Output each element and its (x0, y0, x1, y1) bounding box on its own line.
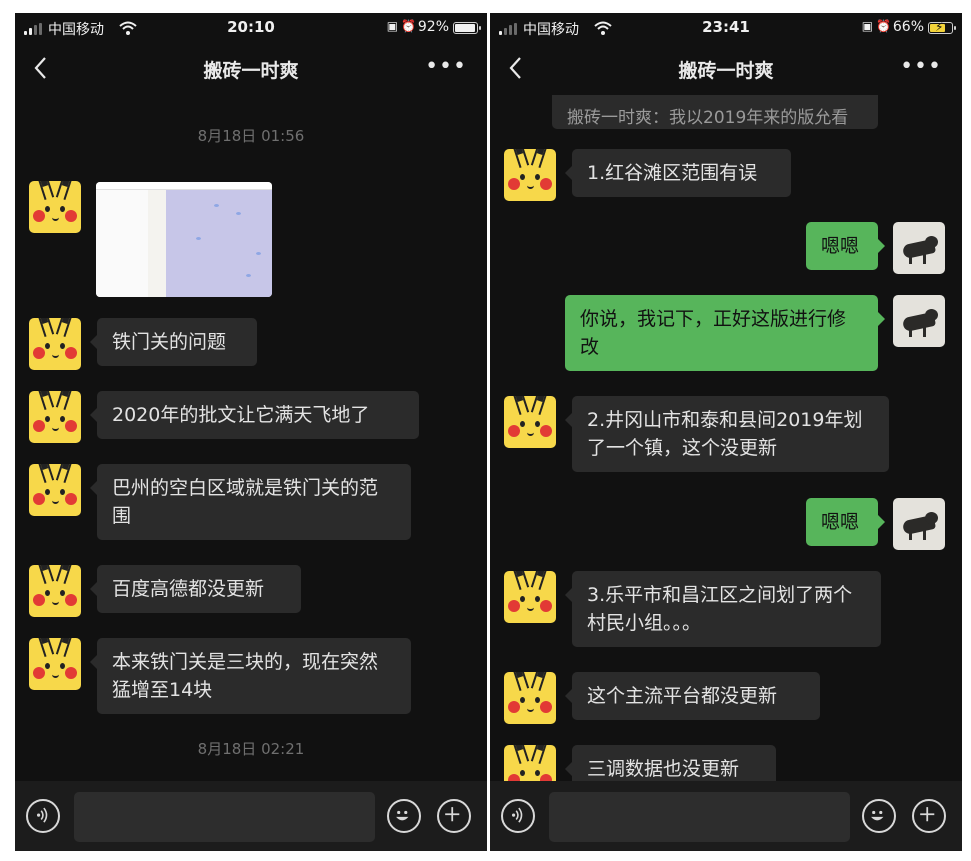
chat-screen-left: 中国移动 20:10 ▣⏰ 92% 搬砖一时爽 ••• 8月18日 01:56 (15, 13, 487, 851)
battery-charging-icon: ⚡ (928, 20, 956, 34)
avatar[interactable] (29, 565, 81, 617)
timestamp: 8月18日 02:21 (197, 740, 305, 758)
avatar[interactable] (504, 396, 556, 448)
input-bar (490, 781, 962, 851)
chat-title: 搬砖一时爽 (678, 60, 774, 82)
timestamp: 8月18日 01:56 (197, 127, 305, 145)
avatar[interactable] (29, 318, 81, 370)
more-dots-icon[interactable]: ••• (900, 54, 942, 79)
nav-bar: 搬砖一时爽 ••• (15, 43, 487, 95)
message-bubble[interactable]: 三调数据也没更新 (565, 745, 776, 781)
avatar[interactable] (29, 391, 81, 443)
emoji-icon[interactable] (387, 799, 421, 833)
avatar[interactable] (29, 464, 81, 516)
status-bar: 中国移动 20:10 ▣⏰ 92% (15, 13, 487, 43)
battery-icon (453, 22, 481, 34)
message-bubble[interactable]: 2020年的批文让它满天飞地了 (90, 391, 419, 439)
message-bubble[interactable]: 本来铁门关是三块的，现在突然猛增至14块 (90, 638, 411, 714)
avatar[interactable] (504, 149, 556, 201)
message-bubble[interactable]: 巴州的空白区域就是铁门关的范围 (90, 464, 411, 540)
avatar[interactable] (504, 672, 556, 724)
avatar[interactable] (29, 181, 81, 233)
avatar[interactable] (504, 571, 556, 623)
my-message-bubble[interactable]: 你说，我记下，正好这版进行修改 (565, 295, 885, 371)
message-bubble[interactable]: 2.井冈山市和泰和县间2019年划了一个镇，这个没更新 (565, 396, 889, 472)
my-message-bubble[interactable]: 嗯嗯 (806, 222, 885, 270)
input-bar (15, 781, 487, 851)
my-message-bubble[interactable]: 嗯嗯 (806, 498, 885, 546)
message-bubble[interactable]: 这个主流平台都没更新 (565, 672, 820, 720)
message-bubble[interactable]: 铁门关的问题 (90, 318, 257, 366)
message-list: 搬砖一时爽：我以2019年来的版允看 1.红谷滩区范围有误 嗯嗯 你说，我记下，… (490, 95, 962, 781)
emoji-icon[interactable] (862, 799, 896, 833)
message-input[interactable] (74, 792, 375, 842)
plus-icon[interactable] (437, 799, 471, 833)
quoted-message[interactable]: 搬砖一时爽：我以2019年来的版允看 (552, 95, 878, 129)
avatar[interactable] (893, 295, 945, 347)
voice-icon[interactable] (26, 799, 60, 833)
avatar[interactable] (893, 222, 945, 274)
chat-title: 搬砖一时爽 (203, 60, 299, 82)
message-list: 8月18日 01:56 铁门关的问题 2020年的批文让它满天飞地了 巴州的空白… (15, 95, 487, 781)
map-screenshot-message[interactable] (96, 182, 272, 297)
message-bubble[interactable]: 3.乐平市和昌江区之间划了两个村民小组。。。 (565, 571, 881, 647)
avatar[interactable] (893, 498, 945, 550)
battery-percent: 66% (892, 19, 924, 35)
battery-percent: 92% (417, 19, 449, 35)
avatar[interactable] (504, 745, 556, 781)
lock-alarm-icon: ▣⏰ (861, 19, 894, 33)
more-dots-icon[interactable]: ••• (425, 54, 467, 79)
lock-alarm-icon: ▣⏰ (386, 19, 419, 33)
chat-screen-right: 中国移动 23:41 ▣⏰ 66% ⚡ 搬砖一时爽 ••• 搬砖一时爽：我以20… (490, 13, 962, 851)
message-bubble[interactable]: 百度高德都没更新 (90, 565, 301, 613)
message-bubble[interactable]: 1.红谷滩区范围有误 (565, 149, 791, 197)
message-input[interactable] (549, 792, 850, 842)
status-bar: 中国移动 23:41 ▣⏰ 66% ⚡ (490, 13, 962, 43)
nav-bar: 搬砖一时爽 ••• (490, 43, 962, 95)
avatar[interactable] (29, 638, 81, 690)
plus-icon[interactable] (912, 799, 946, 833)
voice-icon[interactable] (501, 799, 535, 833)
